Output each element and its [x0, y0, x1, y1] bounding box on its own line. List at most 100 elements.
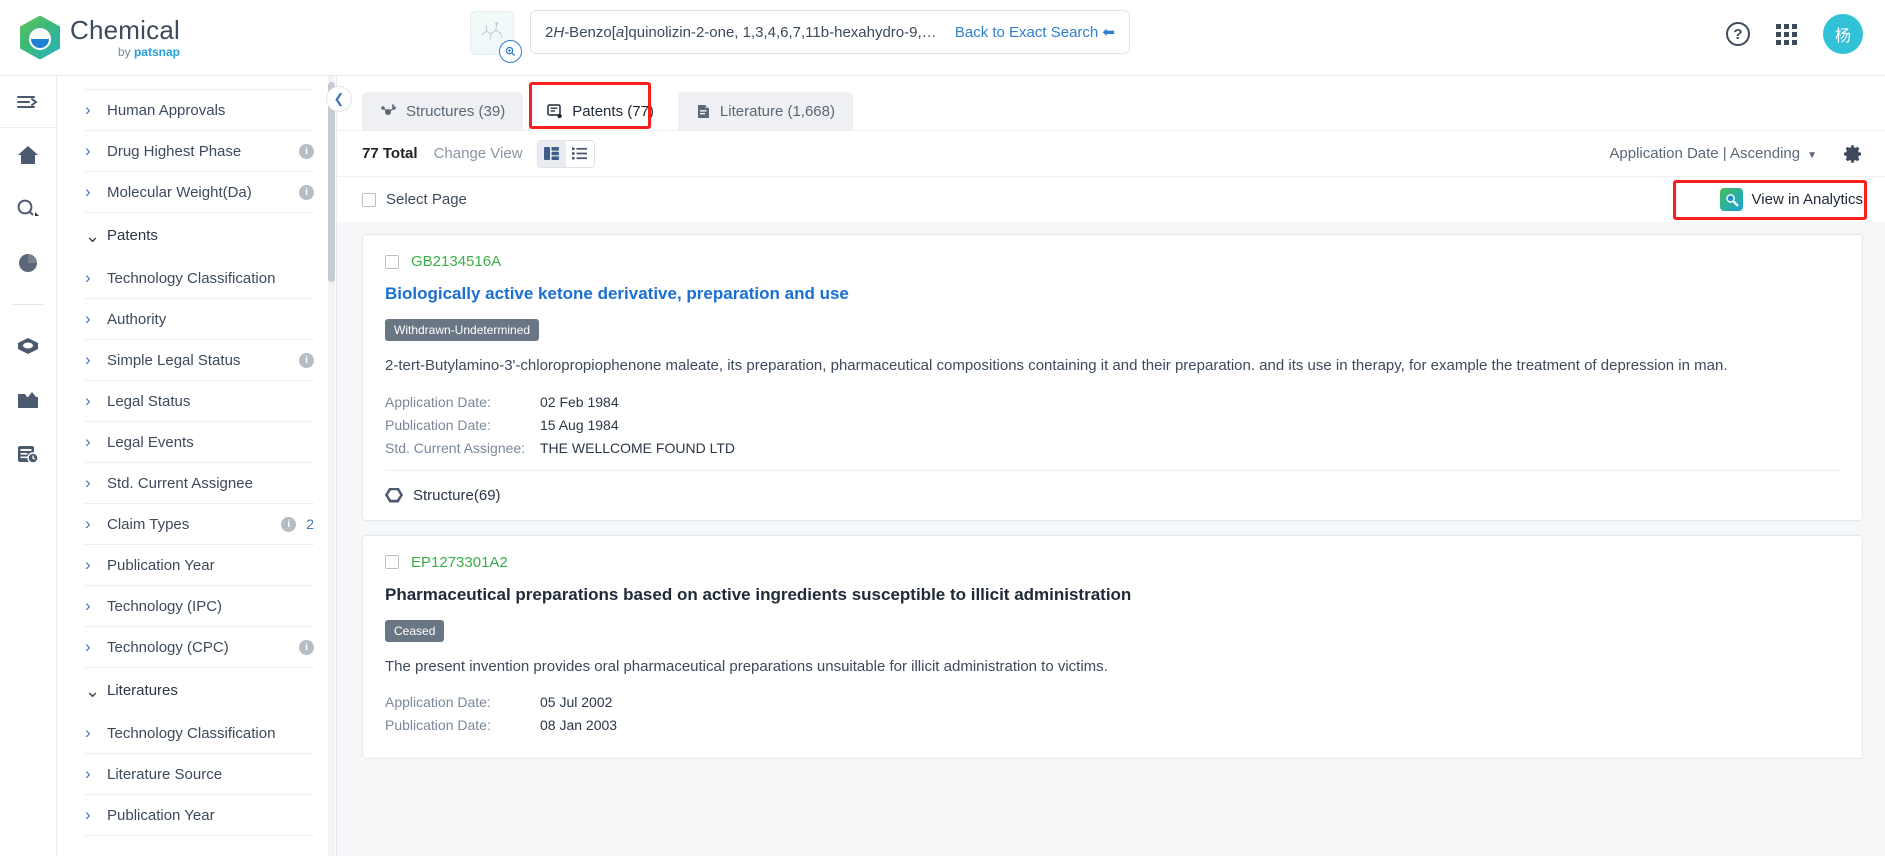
settings-gear-icon[interactable] [1843, 144, 1863, 164]
expand-menu-icon[interactable] [0, 76, 56, 128]
legal-status-badge: Ceased [385, 620, 444, 642]
filter-item-label: Molecular Weight(Da) [107, 184, 289, 201]
rail-divider [12, 304, 44, 305]
filter-item-publication-year[interactable]: ›Publication Year [85, 545, 314, 586]
metadata-row: Application Date:05 Jul 2002 [385, 694, 1840, 710]
patent-result-card: GB2134516A Biologically active ketone der… [362, 234, 1863, 521]
filter-item-molecular-weight-da[interactable]: ›Molecular Weight(Da)i [85, 172, 314, 213]
filter-item-authority[interactable]: ›Authority [85, 299, 314, 340]
tab-structures[interactable]: Structures (39) [362, 92, 523, 130]
list-view-button[interactable] [566, 141, 594, 167]
metadata-value: 05 Jul 2002 [540, 694, 612, 710]
metadata-value: 08 Jan 2003 [540, 717, 617, 733]
select-page-checkbox[interactable] [362, 193, 376, 207]
search-input-box[interactable]: 2H-Benzo[a]quinolizin-2-one, 1,3,4,6,7,1… [530, 10, 1130, 54]
view-in-analytics-label: View in Analytics [1752, 191, 1863, 208]
filter-item-simple-legal-status[interactable]: ›Simple Legal Statusi [85, 340, 314, 381]
publication-number-link[interactable]: GB2134516A [411, 253, 501, 270]
search-glyph [16, 198, 40, 220]
result-total: 77 Total [362, 145, 418, 162]
metadata-row: Application Date:02 Feb 1984 [385, 394, 1840, 410]
tab-label: Structures (39) [406, 103, 505, 120]
main-content: ❮ Structures (39)Patents (77)Literature … [337, 76, 1885, 856]
analytics-pie-icon[interactable] [0, 236, 56, 290]
filter-item-technology-classification[interactable]: ›Technology Classification [85, 713, 314, 754]
result-checkbox[interactable] [385, 555, 399, 569]
chevron-right-icon: › [85, 514, 97, 534]
filter-item-human-approvals[interactable]: ›Human Approvals [85, 90, 314, 131]
chevron-right-icon: › [85, 350, 97, 370]
filter-item-legal-events[interactable]: ›Legal Events [85, 422, 314, 463]
legal-status-badge: Withdrawn-Undetermined [385, 319, 539, 341]
tab-patents[interactable]: Patents (77) [529, 92, 672, 130]
filter-item-technology-classification[interactable]: ›Technology Classification [85, 258, 314, 299]
card-view-button[interactable] [538, 141, 566, 167]
result-checkbox[interactable] [385, 255, 399, 269]
logo-title: Chemical [70, 17, 180, 43]
filter-item-label: Technology Classification [107, 725, 314, 742]
help-icon[interactable]: ? [1726, 22, 1750, 46]
home-icon[interactable] [0, 128, 56, 182]
search-icon[interactable] [0, 182, 56, 236]
filter-item-count: 2 [306, 516, 314, 532]
info-icon[interactable]: i [281, 517, 296, 532]
metadata-key: Std. Current Assignee: [385, 440, 540, 456]
filter-item-std-current-assignee[interactable]: ›Std. Current Assignee [85, 463, 314, 504]
chevron-right-icon: › [85, 268, 97, 288]
filter-item-label: Legal Events [107, 434, 314, 451]
back-arrow-icon: ⬅ [1102, 24, 1115, 41]
filter-item-technology-ipc[interactable]: ›Technology (IPC) [85, 586, 314, 627]
sort-dropdown[interactable]: Application Date | Ascending▼ [1609, 145, 1817, 162]
collapse-sidebar-button[interactable]: ❮ [326, 86, 352, 112]
info-icon[interactable]: i [299, 353, 314, 368]
analytics-magnifier-glyph [1724, 192, 1739, 207]
report-clock-glyph [17, 444, 39, 464]
filter-item-patents[interactable]: ⌄Patents [85, 213, 314, 258]
info-icon[interactable]: i [299, 185, 314, 200]
user-avatar[interactable]: 杨 [1823, 14, 1863, 54]
view-in-analytics-button[interactable]: View in Analytics [1720, 188, 1863, 211]
magnifier-glyph [505, 46, 516, 57]
filter-item-literatures[interactable]: ⌄Literatures [85, 668, 314, 713]
filter-item-legal-status[interactable]: ›Legal Status [85, 381, 314, 422]
home-glyph [17, 144, 39, 166]
metadata-row: Publication Date:08 Jan 2003 [385, 717, 1840, 733]
tab-label: Patents (77) [572, 103, 654, 120]
logo-subtitle: by patsnap [70, 46, 180, 58]
back-to-exact-search-link[interactable]: Back to Exact Search ⬅ [955, 23, 1115, 41]
list-view-icon [572, 147, 587, 160]
patent-title-link[interactable]: Pharmaceutical preparations based on act… [385, 585, 1840, 605]
card-header: EP1273301A2 [385, 554, 1840, 571]
change-view-link[interactable]: Change View [434, 145, 523, 162]
tab-literature[interactable]: Literature (1,668) [678, 92, 853, 130]
tab-label: Literature (1,668) [720, 103, 835, 120]
zoom-structure-icon[interactable] [499, 40, 522, 63]
card-view-icon [544, 147, 559, 160]
app-switcher-grid-icon[interactable] [1776, 24, 1797, 45]
filter-item-label: Publication Year [107, 557, 314, 574]
patent-title-link[interactable]: Biologically active ketone derivative, p… [385, 284, 1840, 304]
structure-thumbnail[interactable] [470, 11, 514, 55]
filter-row-clipped [85, 76, 314, 90]
filter-item-technology-cpc[interactable]: ›Technology (CPC)i [85, 627, 314, 668]
info-icon[interactable]: i [299, 640, 314, 655]
info-icon[interactable]: i [299, 144, 314, 159]
app-logo[interactable]: Chemical by patsnap [20, 16, 180, 60]
report-history-icon[interactable] [0, 427, 56, 481]
sidebar-scroll-thumb[interactable] [328, 82, 335, 282]
workspace-cube-icon[interactable] [0, 319, 56, 373]
filter-item-label: Drug Highest Phase [107, 143, 289, 160]
metadata-value: 02 Feb 1984 [540, 394, 619, 410]
structure-count-link[interactable]: Structure(69) [385, 470, 1840, 520]
filter-item-label: Human Approvals [107, 102, 314, 119]
folder-upload-icon[interactable] [0, 373, 56, 427]
filter-item-literature-source[interactable]: ›Literature Source [85, 754, 314, 795]
metadata-value: 15 Aug 1984 [540, 417, 619, 433]
gear-glyph [1843, 144, 1863, 164]
analytics-magnifier-icon [1720, 188, 1743, 211]
publication-number-link[interactable]: EP1273301A2 [411, 554, 508, 571]
structure-count-label: Structure(69) [413, 487, 501, 504]
filter-item-publication-year[interactable]: ›Publication Year [85, 795, 314, 836]
filter-item-drug-highest-phase[interactable]: ›Drug Highest Phasei [85, 131, 314, 172]
filter-item-claim-types[interactable]: ›Claim Typesi2 [85, 504, 314, 545]
